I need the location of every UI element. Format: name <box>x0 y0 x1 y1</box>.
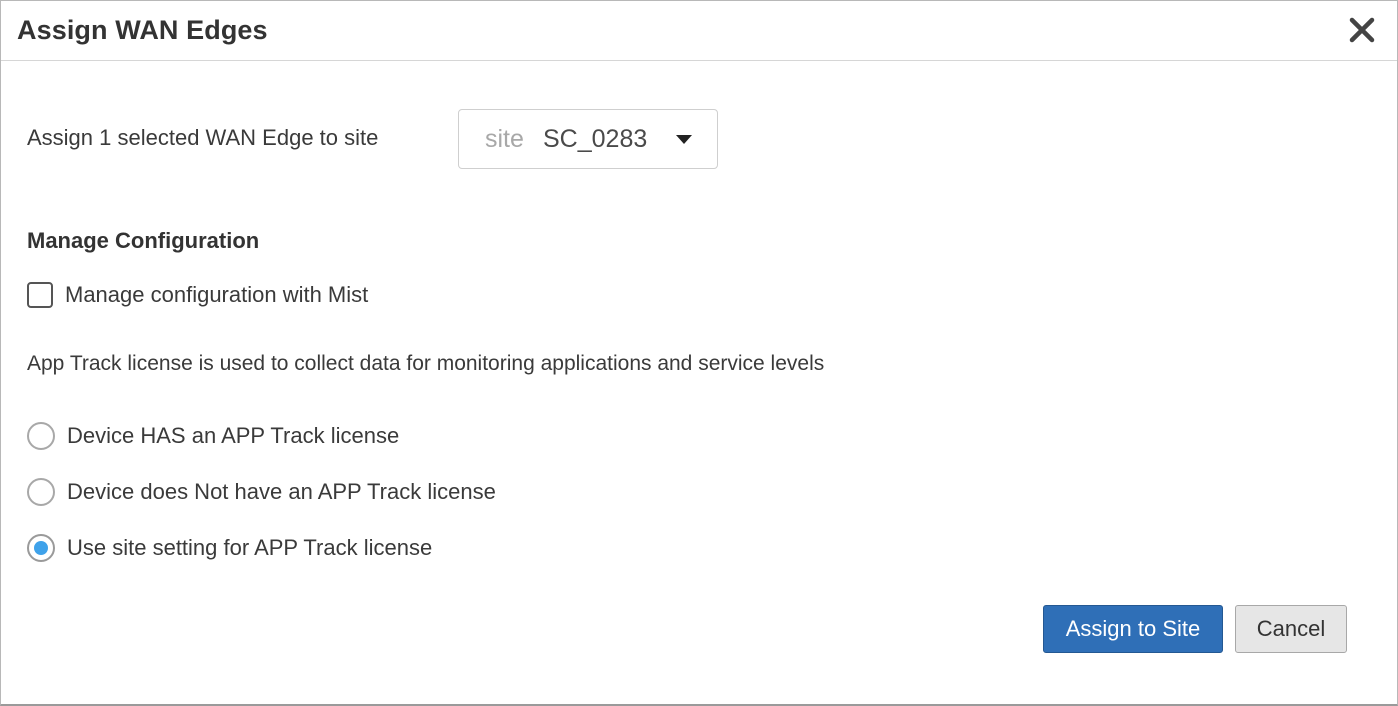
app-track-license-note: App Track license is used to collect dat… <box>27 352 825 375</box>
close-icon <box>1349 17 1375 43</box>
site-select-value: SC_0283 <box>543 125 648 153</box>
cancel-button[interactable]: Cancel <box>1235 605 1347 653</box>
radio-button[interactable] <box>27 422 55 450</box>
dialog-header: Assign WAN Edges <box>1 1 1397 61</box>
assign-label: Assign 1 selected WAN Edge to site <box>27 125 379 150</box>
radio-label[interactable]: Device HAS an APP Track license <box>67 423 399 449</box>
manage-config-checkbox[interactable] <box>27 282 53 308</box>
dialog-title: Assign WAN Edges <box>17 15 268 45</box>
radio-label[interactable]: Use site setting for APP Track license <box>67 535 432 561</box>
radio-button-selected[interactable] <box>27 534 55 562</box>
assign-to-site-button[interactable]: Assign to Site <box>1043 605 1223 653</box>
radio-option-has-license[interactable]: Device HAS an APP Track license <box>27 420 399 452</box>
manage-config-checkbox-label[interactable]: Manage configuration with Mist <box>65 282 368 308</box>
manage-configuration-heading: Manage Configuration <box>27 228 260 253</box>
assign-wan-edges-dialog: Assign WAN Edges Assign 1 selected WAN E… <box>0 0 1398 706</box>
radio-label[interactable]: Device does Not have an APP Track licens… <box>67 479 496 505</box>
radio-option-use-site-setting[interactable]: Use site setting for APP Track license <box>27 532 432 564</box>
manage-config-checkbox-row[interactable]: Manage configuration with Mist <box>27 279 368 311</box>
site-select-prefix: site <box>485 125 524 153</box>
radio-button[interactable] <box>27 478 55 506</box>
close-button[interactable] <box>1347 15 1377 45</box>
site-select[interactable]: site SC_0283 <box>458 109 718 169</box>
radio-selected-dot <box>34 541 48 555</box>
radio-option-no-license[interactable]: Device does Not have an APP Track licens… <box>27 476 496 508</box>
chevron-down-icon <box>676 135 692 144</box>
